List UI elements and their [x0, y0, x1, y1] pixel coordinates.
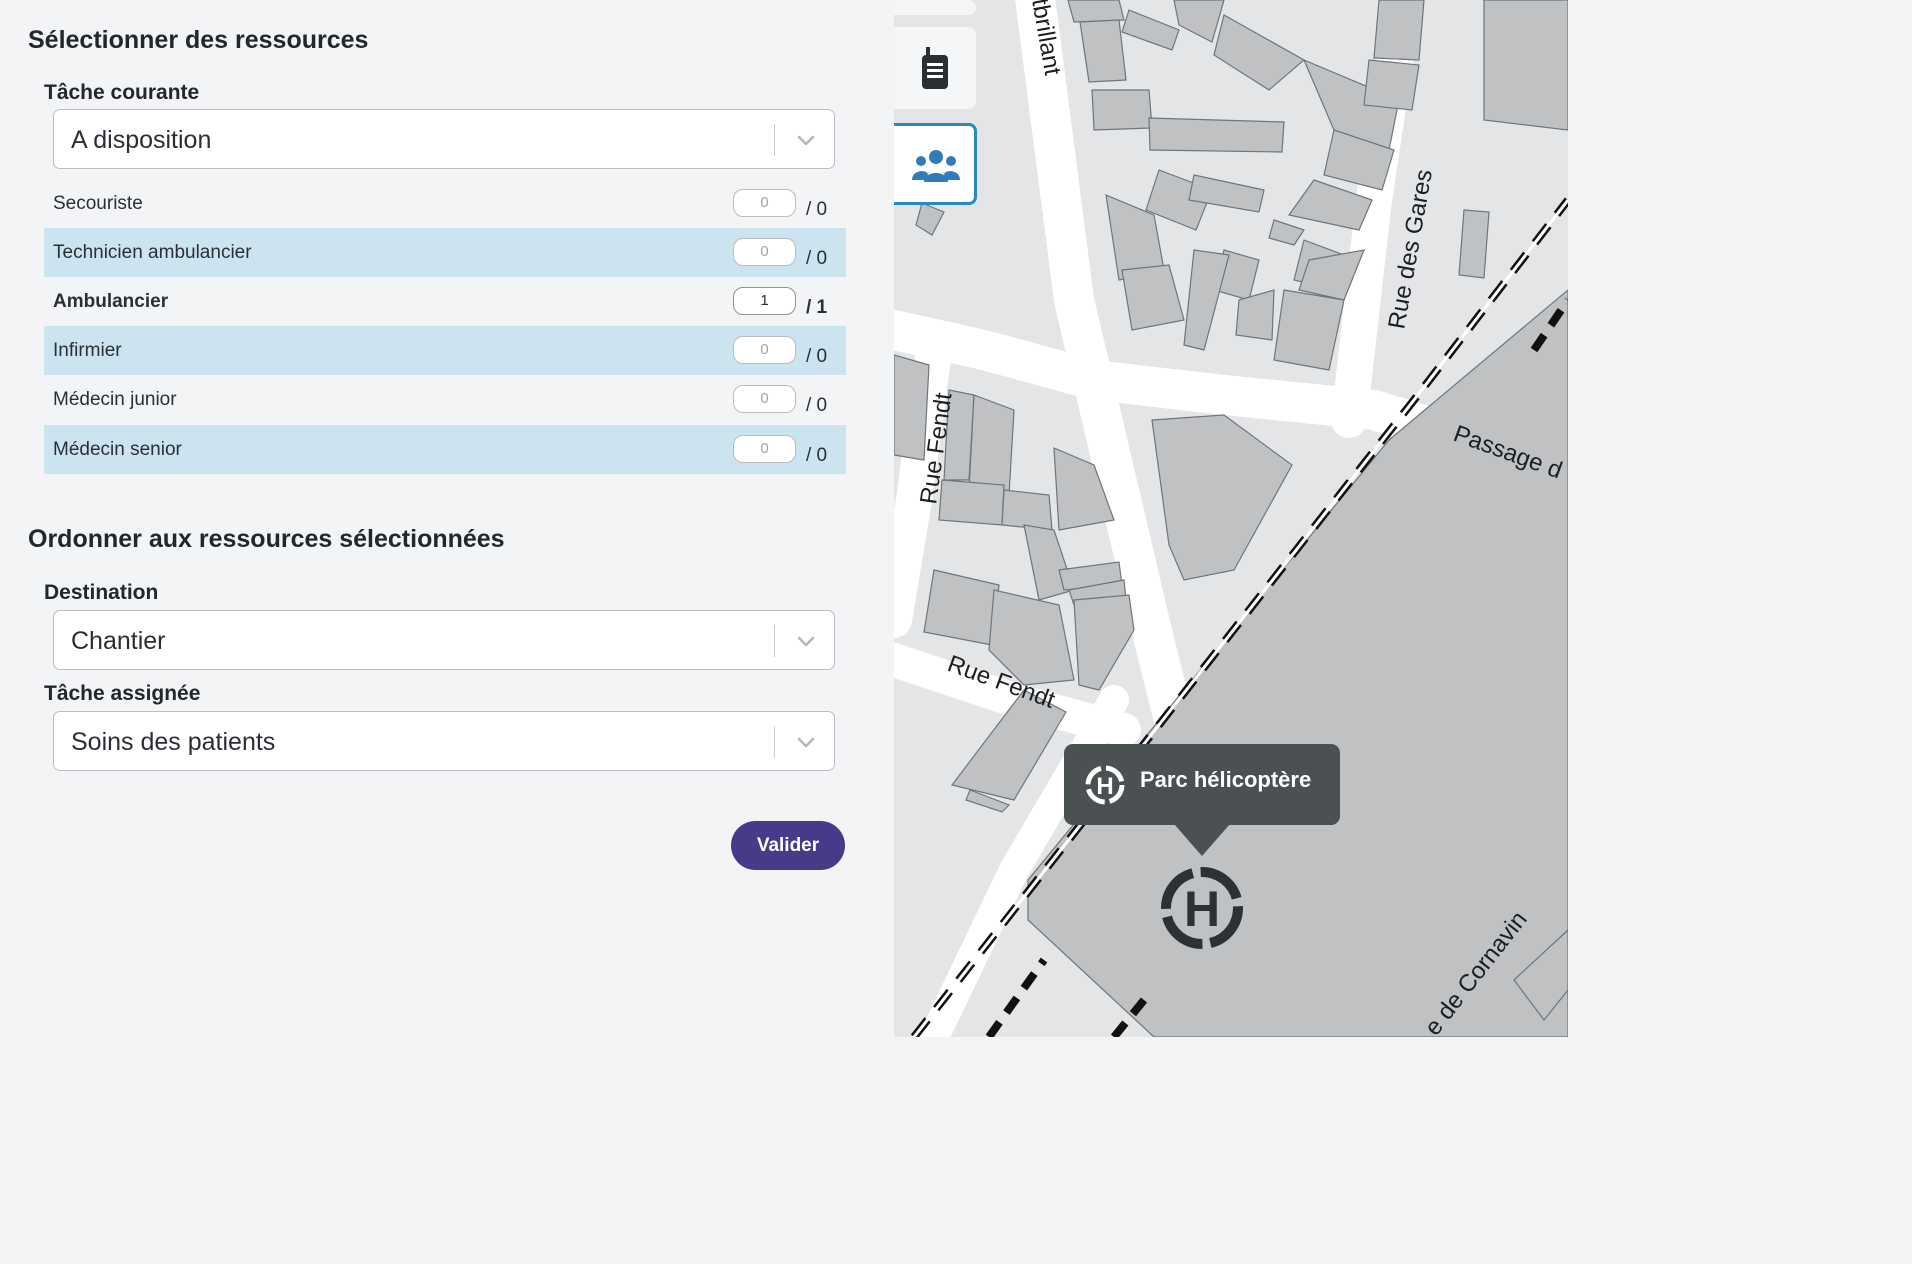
resource-count-input[interactable]: 0 — [733, 435, 796, 463]
resource-total: / 0 — [806, 248, 828, 269]
current-task-label: Tâche courante — [44, 81, 200, 104]
destination-label: Destination — [44, 581, 159, 604]
destination-value: Chantier — [71, 627, 166, 655]
current-task-select[interactable]: A disposition — [53, 109, 835, 169]
resource-row: Médecin senior 0 / 0 — [44, 425, 846, 474]
resource-row: Infirmier 0 / 0 — [44, 326, 846, 375]
assigned-task-value: Soins des patients — [71, 728, 276, 756]
chevron-down-icon[interactable] — [794, 730, 818, 754]
map-tool-top[interactable] — [894, 0, 976, 15]
resource-row: Technicien ambulancier 0 / 0 — [44, 228, 846, 277]
resource-total: / 0 — [806, 346, 828, 367]
assigned-task-label: Tâche assignée — [44, 682, 201, 705]
current-task-value: A disposition — [71, 126, 212, 154]
resource-total: / 0 — [806, 395, 828, 416]
popup-arrow — [1174, 824, 1230, 856]
heliport-icon: H — [1085, 765, 1125, 805]
order-resources-title: Ordonner aux ressources sélectionnées — [28, 525, 505, 553]
resource-total: / 0 — [806, 445, 828, 466]
map-view[interactable]: tbrillant Rue des Gares Rue Fendt Rue Fe… — [894, 0, 1568, 1037]
resource-name: Ambulancier — [53, 291, 169, 312]
resource-name: Technicien ambulancier — [53, 242, 252, 263]
resource-count-input[interactable]: 1 — [733, 287, 796, 315]
select-separator — [774, 625, 775, 657]
resource-name: Médecin junior — [53, 389, 177, 410]
chevron-down-icon[interactable] — [794, 128, 818, 152]
resource-count-input[interactable]: 0 — [733, 385, 796, 413]
radio-icon — [922, 47, 948, 89]
resource-count-input[interactable]: 0 — [733, 238, 796, 266]
resource-row: Secouriste 0 / 0 — [44, 179, 846, 228]
svg-text:H: H — [1184, 881, 1220, 937]
popup-label: Parc hélicoptère — [1140, 767, 1312, 792]
chevron-down-icon[interactable] — [794, 629, 818, 653]
map-canvas: tbrillant Rue des Gares Rue Fendt Rue Fe… — [894, 0, 1568, 1037]
resource-row: Médecin junior 0 / 0 — [44, 375, 846, 424]
resource-total: / 0 — [806, 199, 828, 220]
resource-panel: Sélectionner des ressources Tâche couran… — [0, 0, 894, 1037]
resource-name: Infirmier — [53, 340, 122, 361]
resource-row: Ambulancier 1 / 1 — [44, 277, 846, 326]
heliport-popup[interactable]: H Parc hélicoptère — [1064, 744, 1340, 856]
assigned-task-select[interactable]: Soins des patients — [53, 711, 835, 771]
users-icon — [912, 150, 960, 182]
resource-count-input[interactable]: 0 — [733, 189, 796, 217]
select-separator — [774, 726, 775, 758]
destination-select[interactable]: Chantier — [53, 610, 835, 670]
select-resources-title: Sélectionner des ressources — [28, 26, 369, 54]
resource-count-input[interactable]: 0 — [733, 336, 796, 364]
resource-total: / 1 — [806, 297, 828, 318]
select-separator — [774, 124, 775, 156]
validate-button[interactable]: Valider — [731, 821, 845, 870]
resource-name: Médecin senior — [53, 439, 182, 460]
svg-text:H: H — [1096, 773, 1113, 800]
radio-tool-button[interactable] — [894, 27, 976, 109]
resource-name: Secouriste — [53, 193, 143, 214]
resources-tool-button[interactable] — [894, 123, 977, 205]
